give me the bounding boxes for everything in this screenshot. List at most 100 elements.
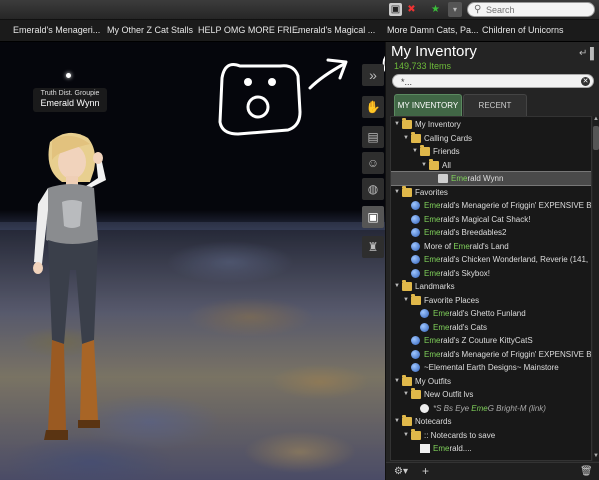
- close-icon[interactable]: ▌: [590, 48, 598, 60]
- moon: [66, 73, 71, 78]
- scroll-thumb[interactable]: [593, 126, 599, 150]
- inventory-folder[interactable]: ▼ Calling Cards: [391, 131, 591, 145]
- inventory-folder[interactable]: ▼ Favorite Places: [391, 293, 591, 307]
- favorite-item[interactable]: Emerald's Menageri...: [13, 25, 100, 35]
- item-label: Emerald's Chicken Wonderland, Reverie (1…: [424, 255, 589, 264]
- dropdown-arrow-icon[interactable]: ▾: [448, 2, 462, 17]
- favorite-item[interactable]: HELP OMG MORE FRI...: [198, 25, 299, 35]
- inventory-item[interactable]: More of Emerald's Land: [391, 240, 591, 253]
- scroll-down-icon[interactable]: ▼: [593, 453, 599, 461]
- inventory-folder[interactable]: ▼ Notecards: [391, 415, 591, 428]
- expand-arrow-icon[interactable]: ▼: [421, 159, 427, 172]
- collapse-sidebar-icon[interactable]: »: [362, 64, 384, 86]
- expand-arrow-icon[interactable]: ▼: [394, 375, 400, 388]
- item-label: Emerald Wynn: [451, 174, 504, 183]
- world-viewport[interactable]: Truth Dist. Groupie Emerald Wynn: [0, 42, 385, 480]
- landmark-icon: [420, 322, 429, 332]
- add-item-icon[interactable]: +: [422, 464, 429, 478]
- inventory-item[interactable]: Emerald's Menagerie of Friggin' EXPENSIV…: [391, 199, 591, 212]
- inventory-item[interactable]: Emerald's Skybox!: [391, 267, 591, 280]
- item-label: My Outfits: [415, 376, 452, 386]
- inventory-item[interactable]: Emerald's Cats: [391, 321, 591, 334]
- inventory-item[interactable]: Emerald's Magical Cat Shack!: [391, 213, 591, 226]
- inventory-folder[interactable]: ▼ All: [391, 158, 591, 172]
- expand-arrow-icon[interactable]: ▼: [403, 294, 409, 307]
- inventory-item[interactable]: Emerald's Z Couture KittyCatS: [391, 334, 591, 347]
- panel-title: My Inventory: [391, 43, 477, 60]
- expand-arrow-icon[interactable]: ▼: [412, 145, 418, 158]
- item-label: Emerald's Magical Cat Shack!: [424, 214, 531, 224]
- favorite-item[interactable]: Emerald's Magical ...: [292, 25, 375, 35]
- item-label: Emerald's Menagerie of Friggin' EXPENSIV…: [424, 201, 592, 210]
- inventory-item[interactable]: Emerald Wynn: [391, 171, 591, 186]
- inventory-tree[interactable]: ▼ My Inventory ▼ Calling Cards ▼ Friends ▼ All E…: [390, 116, 592, 461]
- favorite-star-icon[interactable]: ★: [429, 3, 442, 16]
- tab-my-inventory[interactable]: MY INVENTORY: [394, 94, 462, 116]
- tree-scrollbar[interactable]: ▲ ▼: [593, 116, 599, 461]
- search-field[interactable]: ⚲: [467, 2, 595, 17]
- tab-appearance-icon[interactable]: ♜: [362, 236, 384, 258]
- landmark-icon: [411, 201, 420, 210]
- folder-icon: [402, 374, 412, 386]
- favorite-item[interactable]: Children of Unicorns: [482, 25, 564, 35]
- search-input[interactable]: [486, 4, 586, 16]
- landmark-icon: [411, 241, 420, 251]
- media-disabled-icon[interactable]: ▣: [389, 3, 402, 16]
- item-label: Landmarks: [415, 282, 455, 291]
- expand-arrow-icon[interactable]: ▼: [394, 415, 400, 428]
- tab-people-icon[interactable]: ☺: [362, 152, 384, 174]
- expand-arrow-icon[interactable]: ▼: [394, 280, 400, 293]
- item-label: Favorite Places: [424, 295, 480, 305]
- inventory-folder[interactable]: ▼ Landmarks: [391, 280, 591, 293]
- inventory-filter[interactable]: ✕: [392, 74, 594, 88]
- tab-home-icon[interactable]: ✋: [362, 96, 384, 118]
- item-label: :: Notecards to save: [424, 430, 496, 440]
- clear-filter-icon[interactable]: ✕: [581, 77, 590, 86]
- inventory-folder[interactable]: ▼ My Outfits: [391, 374, 591, 388]
- inventory-folder[interactable]: ▼ Friends: [391, 145, 591, 158]
- item-label: Emerald's Breedables2: [424, 228, 507, 237]
- item-label: Emerald's Cats: [433, 322, 487, 332]
- folder-icon: [411, 131, 421, 143]
- avatar[interactable]: [28, 130, 123, 475]
- options-gear-icon[interactable]: ⚙▾: [394, 466, 408, 477]
- scroll-up-icon[interactable]: ▲: [593, 116, 599, 124]
- filter-input[interactable]: [401, 76, 571, 87]
- item-label: All: [442, 160, 451, 170]
- voice-disabled-icon[interactable]: ✖: [405, 3, 418, 16]
- expand-arrow-icon[interactable]: ▼: [394, 186, 400, 199]
- trash-icon[interactable]: 🗑: [580, 466, 593, 477]
- inventory-item[interactable]: Emerald's Breedables2: [391, 226, 591, 239]
- tab-profile-icon[interactable]: ▤: [362, 126, 384, 148]
- landmark-icon: [411, 336, 420, 345]
- inventory-item[interactable]: *S Bs Eye EmeG Bright-M (link): [391, 402, 591, 415]
- tab-inventory-icon[interactable]: ▣: [362, 206, 384, 228]
- inventory-folder[interactable]: ▼:: Notecards to save: [391, 428, 591, 442]
- inventory-folder[interactable]: ▼ New Outfit lvs: [391, 388, 591, 401]
- favorite-item[interactable]: More Damn Cats, Pa...: [387, 25, 479, 35]
- inventory-item[interactable]: ~Elemental Earth Designs~ Mainstore: [391, 361, 591, 374]
- folder-icon: [402, 185, 412, 197]
- expand-arrow-icon[interactable]: ▼: [394, 118, 400, 131]
- item-label: Favorites: [415, 187, 448, 197]
- favorite-item[interactable]: My Other Z Cat Stalls: [107, 25, 193, 35]
- expand-arrow-icon[interactable]: ▼: [403, 132, 409, 145]
- sidebar-tab-strip: » ✋ ▤ ☺ ◍ ▣ ♜: [361, 42, 385, 480]
- item-label: Friends: [433, 147, 460, 156]
- inventory-item[interactable]: Emerald's Ghetto Funland: [391, 307, 591, 320]
- expand-arrow-icon[interactable]: ▼: [403, 388, 409, 401]
- inventory-item[interactable]: Emerald's Menagerie of Friggin' EXPENSIV…: [391, 348, 591, 361]
- inventory-folder[interactable]: ▼ My Inventory: [391, 118, 591, 131]
- top-status-bar: ▣ ✖ ★ ▾ ⚲: [0, 0, 599, 20]
- avatar-nametag: Truth Dist. Groupie Emerald Wynn: [33, 88, 107, 112]
- expand-arrow-icon[interactable]: ▼: [403, 429, 409, 442]
- inventory-item[interactable]: Emerald's Chicken Wonderland, Reverie (1…: [391, 253, 591, 266]
- tab-recent[interactable]: RECENT: [463, 94, 527, 116]
- undock-icon[interactable]: ↵: [579, 48, 587, 59]
- item-label: Emerald's Z Couture KittyCatS: [424, 336, 533, 345]
- inventory-item[interactable]: Emerald....: [391, 442, 591, 455]
- item-label: Emerald's Skybox!: [424, 268, 490, 278]
- tab-places-icon[interactable]: ◍: [362, 178, 384, 200]
- inventory-folder[interactable]: ▼ Favorites: [391, 185, 591, 199]
- landmark-icon: [411, 255, 420, 264]
